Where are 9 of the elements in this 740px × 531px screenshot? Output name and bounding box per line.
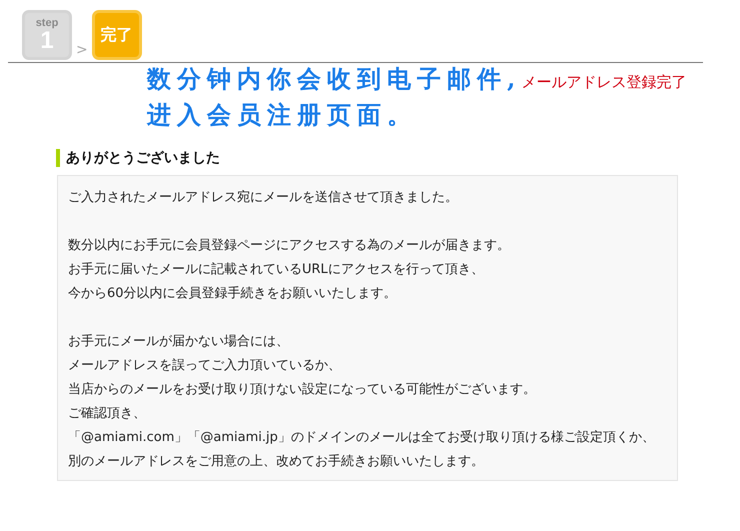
section-heading: ありがとうございました [56,149,740,167]
message-paragraph: 数分以内にお手元に会員登録ページにアクセスする為のメールが届きます。 お手元に届いたメールに記載されているURLにアクセスを行って頂き、 今から60分以内に会員登録手続きをお願いいたします。 [68,237,511,303]
notice-text: 进入会员注册页面。 [147,99,417,131]
message-paragraph: ご入力されたメールアドレス宛にメールを送信させて頂きました。 [68,189,459,207]
step-badge: 完了 [92,10,142,60]
notice-note: メールアドレス登録完了 [521,73,686,92]
step-arrow: > [76,42,88,60]
message-paragraph: お手元にメールが届かない場合には、 メールアドレスを誤ってご入力頂いているか、 当店からのメールをお受け取り頂けない設定になっている可能性がございます。 ご確認頂き、 「@amiami.com」「@amiami.jp」のドメインのメールは全てお受け取り頂ける様ご設定頂くか、 別のメールアドレスをご用意の上、改めてお手続きお願いいたします。 [68,333,656,471]
notice-text: 数分钟内你会收到电子邮件, [147,63,522,95]
